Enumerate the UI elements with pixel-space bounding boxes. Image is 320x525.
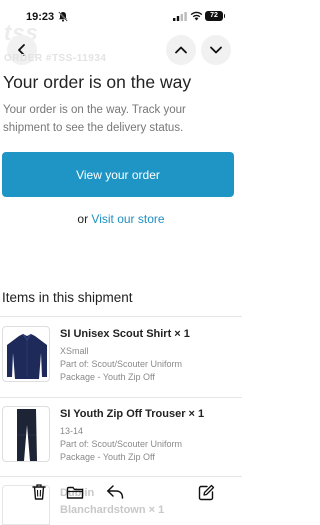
trash-icon	[32, 484, 46, 500]
chevron-up-icon	[175, 46, 187, 54]
reply-icon	[107, 485, 124, 499]
bell-slash-icon	[58, 11, 68, 22]
section-title: Items in this shipment	[2, 290, 133, 305]
or-text: or	[77, 212, 89, 226]
list-item[interactable]: SI Youth Zip Off Trouser × 1 13-14 Part …	[0, 397, 242, 477]
item-package: Package - Youth Zip Off	[60, 452, 155, 462]
product-image-shirt	[2, 326, 50, 382]
order-number: ORDER #TSS-11934	[4, 53, 107, 64]
item-part-of: Part of: Scout/Scouter Uniform	[60, 359, 183, 369]
folder-icon	[66, 486, 84, 499]
item-title: SI Youth Zip Off Trouser × 1	[60, 408, 205, 420]
subtitle: Your order is on the way. Track your shi…	[3, 104, 186, 134]
next-message-button[interactable]	[201, 35, 231, 65]
cellular-signal-icon	[173, 12, 187, 21]
reply-button[interactable]	[100, 476, 130, 508]
item-title: SI Unisex Scout Shirt × 1	[60, 328, 190, 340]
previous-message-button[interactable]	[166, 35, 196, 65]
compose-icon	[198, 484, 214, 500]
product-image-trouser	[2, 406, 50, 462]
battery-icon: 72	[205, 11, 225, 21]
list-item[interactable]: SI Unisex Scout Shirt × 1 XSmall Part of…	[0, 316, 242, 410]
item-package: Package - Youth Zip Off	[60, 372, 155, 382]
store-line: or Visit our store	[0, 212, 242, 226]
wifi-icon	[190, 11, 203, 21]
page-title: Your order is on the way	[3, 72, 192, 92]
item-part-of: Part of: Scout/Scouter Uniform	[60, 439, 183, 449]
chevron-down-icon	[210, 46, 222, 54]
delete-button[interactable]	[24, 476, 54, 508]
compose-button[interactable]	[191, 476, 221, 508]
view-order-button[interactable]: View your order	[2, 152, 234, 197]
item-variant: XSmall	[60, 346, 89, 356]
item-variant: 13-14	[60, 426, 84, 436]
move-to-folder-button[interactable]	[60, 476, 90, 508]
bottom-toolbar	[0, 476, 242, 510]
visit-store-link[interactable]: Visit our store	[91, 212, 164, 226]
